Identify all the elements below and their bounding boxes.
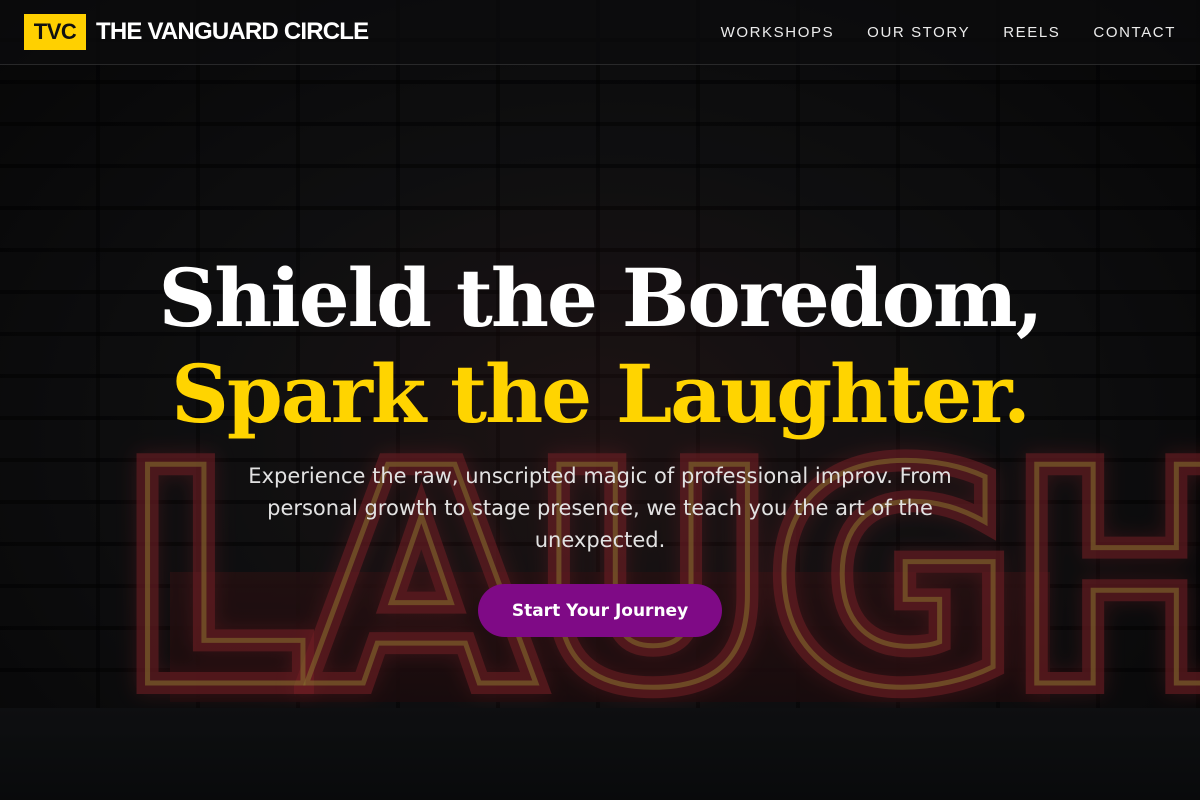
nav-item-workshops[interactable]: WORKSHOPS [721, 24, 835, 41]
headline-line-2: Spark the Laughter. [171, 347, 1031, 441]
logo-badge: TVC [24, 14, 86, 50]
headline-line-1: Shield the Boredom, [158, 251, 1043, 345]
hero-headline: Shield the Boredom, Spark the Laughter. [158, 250, 1043, 442]
nav-item-reels[interactable]: REELS [1003, 24, 1060, 41]
hero-section: Shield the Boredom, Spark the Laughter. … [0, 250, 1200, 637]
start-journey-button[interactable]: Start Your Journey [478, 584, 722, 637]
brand-home-link[interactable]: TVC THE VANGUARD CIRCLE [24, 14, 369, 50]
nav-item-contact[interactable]: CONTACT [1093, 24, 1176, 41]
hero-subtext: Experience the raw, unscripted magic of … [248, 464, 952, 552]
main-nav: WORKSHOPS OUR STORY REELS CONTACT [721, 24, 1176, 41]
brand-name: THE VANGUARD CIRCLE [96, 18, 369, 45]
site-header: TVC THE VANGUARD CIRCLE WORKSHOPS OUR ST… [0, 0, 1200, 65]
nav-item-our-story[interactable]: OUR STORY [867, 24, 970, 41]
